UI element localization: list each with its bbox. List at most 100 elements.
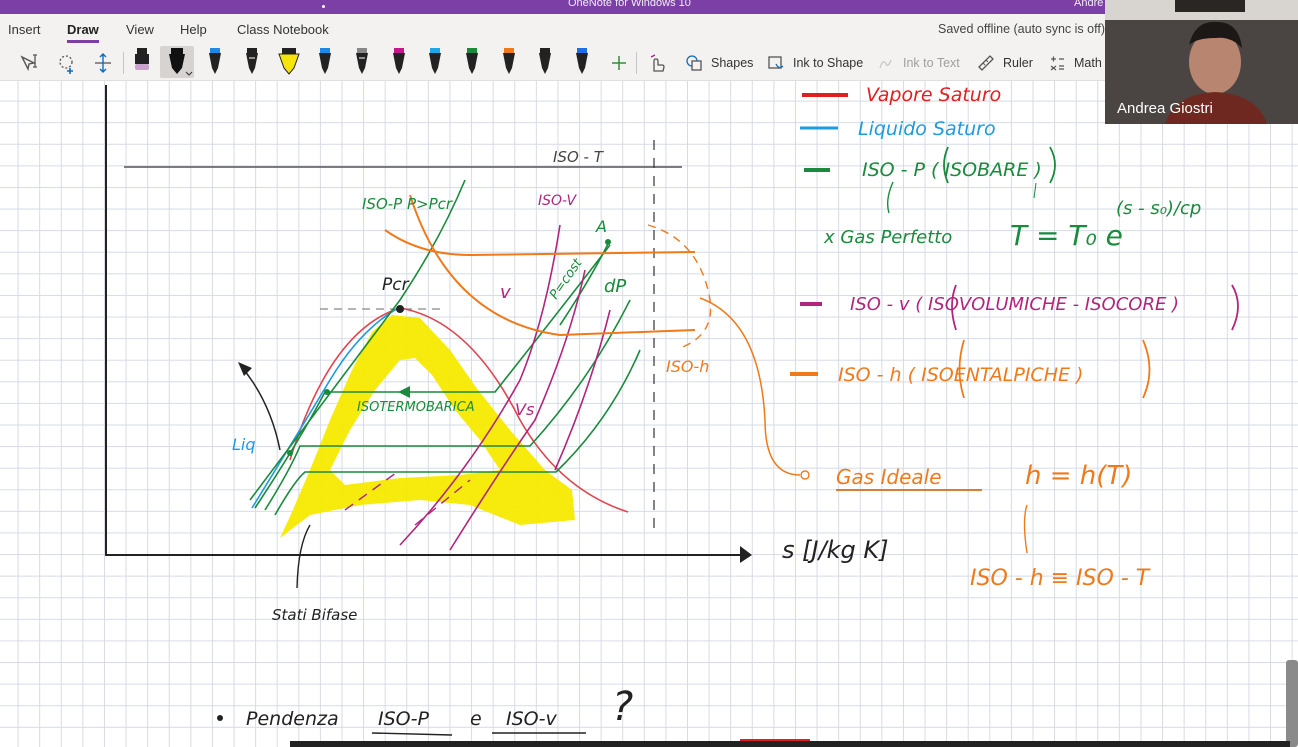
gas-perfetto-label: x Gas Perfetto: [823, 227, 952, 248]
math-icon: [1050, 56, 1064, 71]
note-iso-p: ISO-P: [378, 708, 429, 730]
isotermobarica-label: ISOTERMOBARICA: [357, 400, 475, 415]
legend-orange-label: ISO - h ( ISOENTALPICHE ): [838, 364, 1083, 386]
stati-arrow: [296, 524, 311, 589]
eraser-pen-icon[interactable]: [131, 46, 153, 78]
window-title: OneNote for Windows 10: [568, 0, 691, 9]
ribbon-tabs: Insert Draw View Help Class Notebook Sav…: [0, 14, 1298, 46]
note-e: e: [470, 708, 482, 730]
highlighter-yellow-icon[interactable]: [276, 46, 302, 78]
toolbar-separator: [123, 52, 124, 74]
pen-magenta-icon[interactable]: [388, 46, 410, 78]
add-pen-icon[interactable]: [607, 51, 631, 75]
iso-t-label: ISO - T: [553, 148, 605, 166]
iso-equiv-label: ISO - h ≡ ISO - T: [970, 566, 1151, 591]
vs-label: Vs: [515, 400, 534, 419]
note-canvas[interactable]: Vapore Saturo Liquido Saturo ISO - P ( I…: [0, 81, 1298, 747]
math-label: Math: [1074, 56, 1102, 70]
iso-h-link-arrow: [699, 297, 801, 476]
iso-h-line-1: [384, 229, 696, 257]
stati-bifase-label: Stati Bifase: [272, 606, 357, 624]
pen-blue2-icon[interactable]: [314, 46, 336, 78]
equiv-arrow: [1023, 504, 1028, 554]
ruler-icon: [978, 55, 994, 71]
pencil-gray-icon[interactable]: [351, 46, 373, 78]
vertical-scrollbar[interactable]: [1286, 660, 1298, 747]
tab-class-notebook[interactable]: Class Notebook: [237, 22, 329, 37]
x-axis-label: s [J/kg K]: [782, 536, 889, 564]
iso-h-curve-label: ISO-h: [666, 357, 709, 376]
user-name-partial[interactable]: Andre: [1074, 0, 1103, 10]
isotermobarica-arrow: [398, 386, 410, 398]
gas-ideale-label: Gas Ideale: [836, 465, 942, 489]
green-tick: [1033, 182, 1037, 199]
point-liq-1: [324, 389, 330, 395]
iso-v-curve-label: ISO-V: [538, 193, 578, 209]
point-a-label: A: [595, 217, 607, 236]
note-pendenza: Pendenza: [246, 708, 339, 730]
shapes-button[interactable]: Shapes: [685, 54, 755, 72]
taskbar-strip: [290, 741, 1290, 747]
ink-to-shape-icon: [768, 56, 784, 69]
black-marker-icon: [169, 48, 193, 76]
h-of-t-label: h = h(T): [1025, 461, 1132, 491]
pen-blue-tip-icon[interactable]: [204, 46, 226, 78]
point-a: [605, 239, 611, 245]
pen-green-icon[interactable]: [461, 46, 483, 78]
point-liq-2: [287, 450, 293, 456]
v-label: v: [500, 282, 511, 303]
toolbar-separator-2: [636, 52, 637, 74]
ink-to-text-label: Ink to Text: [903, 56, 960, 70]
formula-base: T = T₀ e: [1010, 219, 1123, 252]
pcr-label: Pcr: [382, 275, 410, 295]
ruler-button[interactable]: Ruler: [977, 54, 1037, 72]
pen-blue3-icon[interactable]: [571, 46, 593, 78]
legend-red-label: Vapore Saturo: [866, 84, 1001, 106]
title-dot: [322, 5, 325, 8]
link-arrow-head: [800, 470, 810, 480]
add-space-icon[interactable]: [91, 51, 115, 75]
legend-green-label: ISO - P ( ISOBARE ): [862, 159, 1042, 181]
pen-black-icon[interactable]: [241, 46, 263, 78]
note-underlines: [371, 489, 982, 736]
lasso-select-icon[interactable]: [55, 51, 79, 75]
legend-purple-label: ISO - v ( ISOVOLUMICHE - ISOCORE ): [850, 294, 1179, 315]
tab-insert[interactable]: Insert: [8, 22, 41, 37]
critical-point: [396, 305, 404, 313]
tab-view[interactable]: View: [126, 22, 154, 37]
arrow-head: [238, 362, 252, 376]
pen-orange-icon[interactable]: [498, 46, 520, 78]
iso-h-dashed: [647, 224, 712, 349]
ink-to-text-icon: [879, 59, 892, 69]
tab-help[interactable]: Help: [180, 22, 207, 37]
bullet-dot: [217, 715, 223, 721]
ink-to-shape-label: Ink to Shape: [793, 56, 864, 70]
title-bar: OneNote for Windows 10 Andre: [0, 0, 1298, 14]
question-mark: ?: [612, 684, 633, 730]
legend-blue-label: Liquido Saturo: [858, 118, 996, 140]
pen-lightblue-icon[interactable]: [424, 46, 446, 78]
math-button[interactable]: Math: [1048, 54, 1103, 72]
shapes-label: Shapes: [711, 56, 754, 70]
draw-toolbar: Shapes Ink to Shape Ink to Text Ruler Ma…: [0, 46, 1298, 81]
touch-draw-icon[interactable]: [645, 51, 669, 75]
x-axis-arrow: [740, 546, 752, 563]
selected-pen-slot[interactable]: [160, 46, 194, 78]
sync-status: Saved offline (auto sync is off): [938, 22, 1105, 36]
pen-black2-icon[interactable]: [534, 46, 556, 78]
ruler-label: Ruler: [1003, 56, 1033, 70]
gas-perfetto-arrow: [886, 181, 894, 214]
participant-name: Andrea Giostri: [1117, 100, 1213, 117]
ink-drawing: Vapore Saturo Liquido Saturo ISO - P ( I…: [105, 84, 1239, 743]
ink-to-text-button[interactable]: Ink to Text: [877, 54, 967, 72]
liq-label: Liq: [232, 435, 256, 454]
iso-p-curve-label: ISO-P P>Pcr: [362, 195, 453, 213]
ink-to-shape-button[interactable]: Ink to Shape: [767, 54, 867, 72]
shapes-icon: [686, 55, 702, 71]
type-select-icon[interactable]: [18, 51, 42, 75]
dp-label: dP: [604, 276, 626, 297]
formula-exponent: (s - s₀)/cp: [1116, 198, 1201, 219]
tab-draw[interactable]: Draw: [67, 22, 99, 43]
video-overlay[interactable]: Andrea Giostri: [1105, 0, 1298, 124]
note-iso-v: ISO-v: [506, 708, 557, 730]
